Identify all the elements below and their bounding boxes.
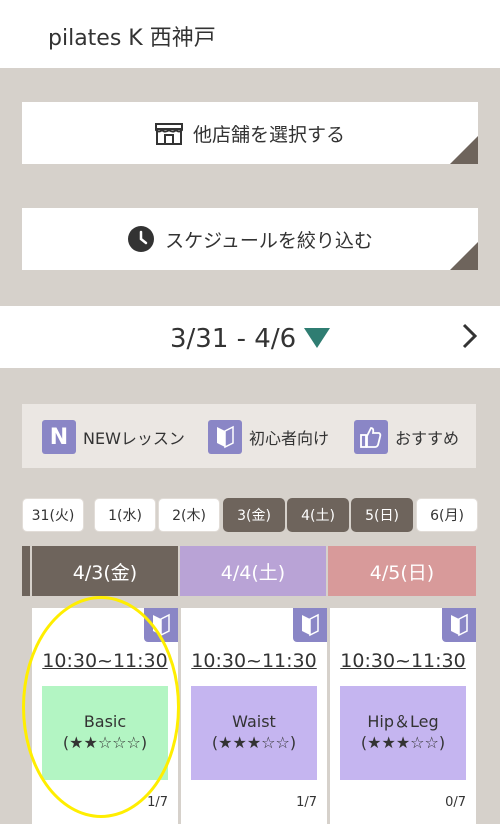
lesson-card[interactable]: 10:30~11:30 Waist (★★★☆☆) 1/7 xyxy=(181,608,327,824)
legend-recommend-label: おすすめ xyxy=(395,429,460,448)
week-range: 3/31 - 4/6 xyxy=(170,324,297,354)
filter-schedule-button[interactable]: スケジュールを絞り込む xyxy=(22,208,478,270)
date-header-sun: 4/5(日) xyxy=(328,546,476,596)
day-button-active[interactable]: 3(金) xyxy=(223,498,285,532)
lesson-level: (★★☆☆☆) xyxy=(62,733,148,752)
lesson-card[interactable]: 10:30~11:30 Hip＆Leg (★★★☆☆) 0/7 xyxy=(330,608,476,824)
reservation-count: 0/7 xyxy=(445,795,466,810)
filter-schedule-label: スケジュールを絞り込む xyxy=(165,229,373,252)
date-header-fri: 4/3(金) xyxy=(32,546,178,596)
studio-title: pilates K 西神戸 xyxy=(48,26,216,51)
beginner-icon xyxy=(144,608,178,642)
day-button-active[interactable]: 4(土) xyxy=(287,498,349,532)
legend-new-label: NEWレッスン xyxy=(83,429,185,448)
store-icon xyxy=(154,123,183,145)
lesson-name: Basic xyxy=(83,712,127,732)
week-dropdown-icon[interactable] xyxy=(304,328,330,348)
thumbs-up-icon xyxy=(354,420,388,454)
beginner-icon xyxy=(442,608,476,642)
corner-decoration xyxy=(450,242,478,270)
reservation-count: 1/7 xyxy=(147,795,168,810)
header: pilates K 西神戸 xyxy=(0,0,500,68)
lesson-level: (★★★☆☆) xyxy=(211,733,297,752)
select-store-label: 他店舗を選択する xyxy=(192,123,345,146)
select-store-button[interactable]: 他店舗を選択する xyxy=(22,102,478,164)
reservation-count: 1/7 xyxy=(296,795,317,810)
clock-icon xyxy=(128,226,155,252)
day-button[interactable]: 31(火) xyxy=(22,498,84,532)
lesson-time: 10:30~11:30 xyxy=(340,650,466,672)
date-strip xyxy=(22,546,30,596)
new-icon: N xyxy=(42,420,76,454)
lesson-time: 10:30~11:30 xyxy=(191,650,317,672)
day-button[interactable]: 1(水) xyxy=(94,498,156,532)
corner-decoration xyxy=(450,136,478,164)
week-selector[interactable]: 3/31 - 4/6 xyxy=(0,306,500,368)
day-button-active[interactable]: 5(日) xyxy=(351,498,413,532)
lesson-time: 10:30~11:30 xyxy=(42,650,168,672)
date-header-sat: 4/4(土) xyxy=(180,546,326,596)
legend-beginner: 初心者向け xyxy=(208,420,329,454)
lesson-block[interactable]: Waist (★★★☆☆) xyxy=(191,686,317,780)
day-button[interactable]: 6(月) xyxy=(416,498,478,532)
lesson-name: Waist xyxy=(232,712,276,732)
lesson-name: Hip＆Leg xyxy=(367,712,439,732)
chevron-right-icon[interactable] xyxy=(460,322,480,350)
legend-new: N NEWレッスン xyxy=(42,420,185,454)
day-button[interactable]: 2(木) xyxy=(158,498,220,532)
lesson-block[interactable]: Hip＆Leg (★★★☆☆) xyxy=(340,686,466,780)
lesson-card[interactable]: 10:30~11:30 Basic (★★☆☆☆) 1/7 xyxy=(32,608,178,824)
legend-recommend: おすすめ xyxy=(354,420,459,454)
lesson-block[interactable]: Basic (★★☆☆☆) xyxy=(42,686,168,780)
beginner-icon xyxy=(293,608,327,642)
beginner-icon xyxy=(208,420,242,454)
legend: N NEWレッスン 初心者向け おすすめ xyxy=(22,404,476,468)
lesson-level: (★★★☆☆) xyxy=(360,733,446,752)
legend-beginner-label: 初心者向け xyxy=(249,429,330,448)
